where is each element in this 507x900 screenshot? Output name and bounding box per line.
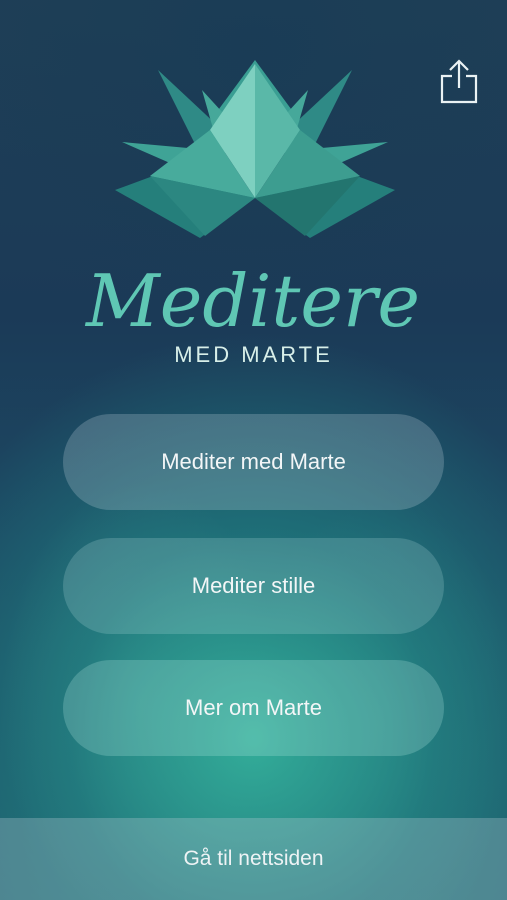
website-link-bar[interactable]: Gå til nettsiden xyxy=(0,818,507,900)
button-label: Mediter stille xyxy=(191,573,316,598)
brand-subtitle: MED MARTE xyxy=(174,342,333,367)
mediter-stille-button[interactable]: Mediter stille xyxy=(63,538,444,634)
brand-title-text: Meditere xyxy=(84,259,420,343)
website-link-label: Gå til nettsiden xyxy=(183,847,324,870)
mediter-med-marte-button[interactable]: Mediter med Marte xyxy=(63,414,444,510)
brand-title: Meditere xyxy=(84,259,420,343)
button-label: Mer om Marte xyxy=(185,695,322,720)
button-label: Mediter med Marte xyxy=(161,449,346,474)
mer-om-marte-button[interactable]: Mer om Marte xyxy=(63,660,444,756)
share-button[interactable] xyxy=(438,58,480,104)
lotus-icon xyxy=(115,60,395,238)
share-icon xyxy=(440,59,478,104)
lotus-logo xyxy=(110,58,400,248)
